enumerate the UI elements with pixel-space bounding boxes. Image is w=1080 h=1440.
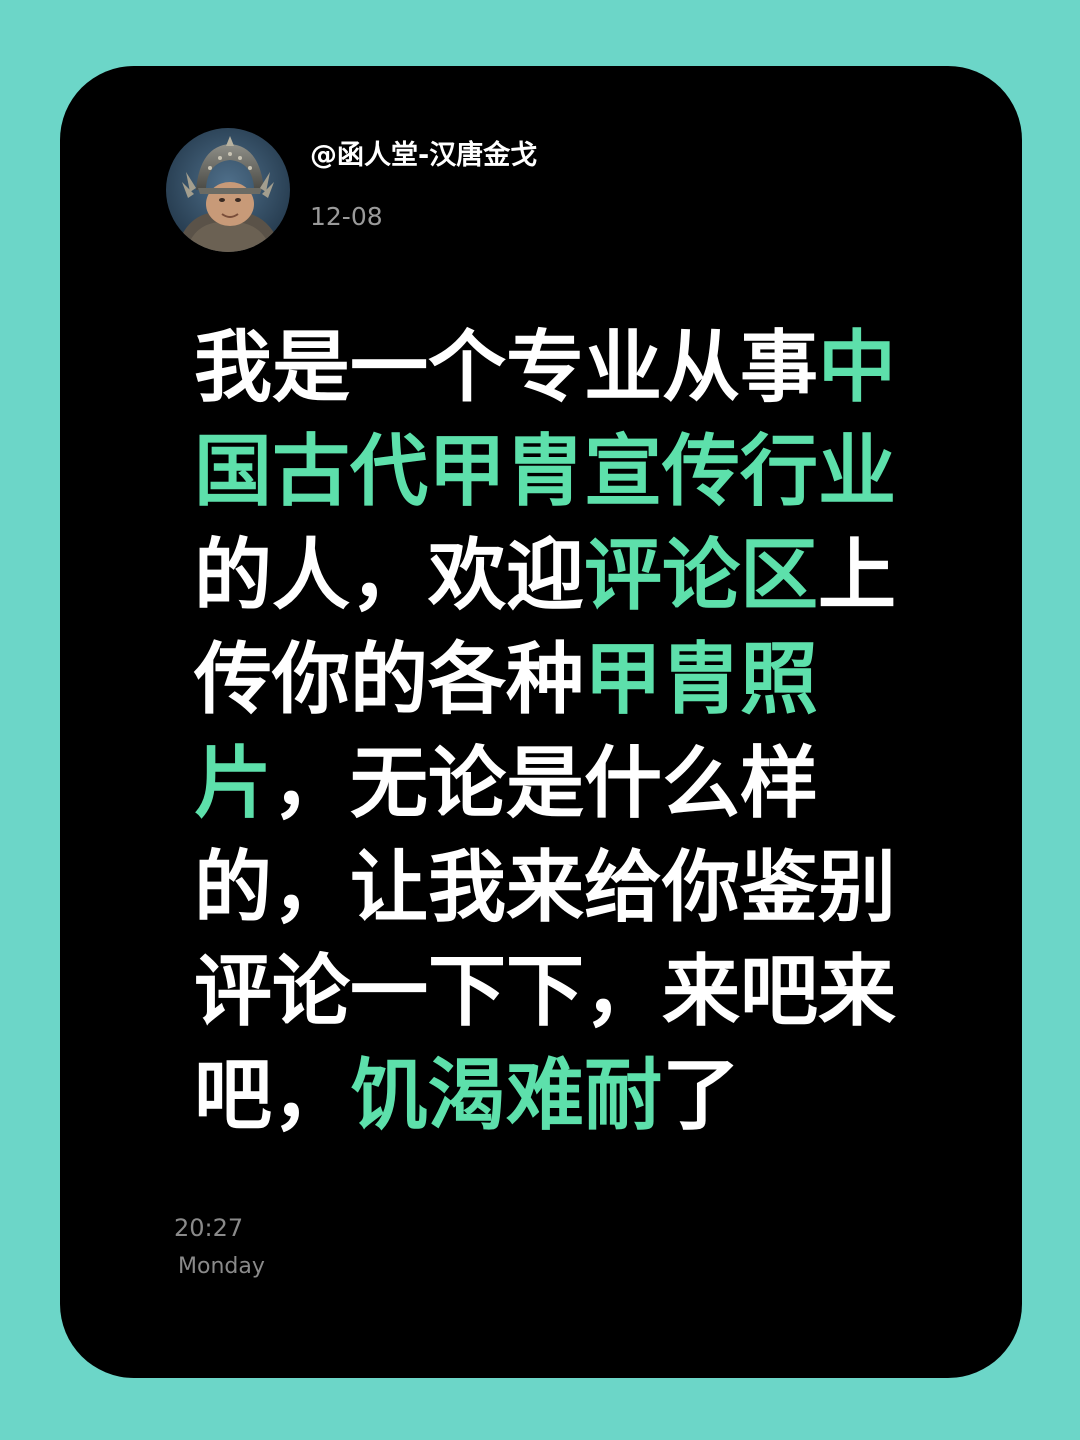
highlighted-text: 片 bbox=[194, 739, 273, 829]
post-line: 片，无论是什么样 bbox=[194, 732, 914, 836]
body-text: 的人，欢迎 bbox=[194, 531, 585, 621]
body-text: 传你的各种 bbox=[194, 635, 585, 725]
post-date: 12-08 bbox=[310, 202, 383, 231]
post-line: 的人，欢迎评论区上 bbox=[194, 524, 914, 628]
armored-warrior-avatar-icon bbox=[166, 128, 290, 252]
post-line: 传你的各种甲胄照 bbox=[194, 628, 914, 732]
body-text: 上 bbox=[818, 531, 897, 621]
highlighted-text: 中 bbox=[818, 323, 897, 413]
post-weekday: Monday bbox=[178, 1254, 265, 1279]
body-text: 评论一下下，来吧来 bbox=[194, 947, 897, 1037]
highlighted-text: 饥渴难耐 bbox=[350, 1051, 663, 1141]
highlighted-text: 国古代甲胄宣传行业 bbox=[194, 427, 897, 517]
post-card: @函人堂-汉唐金戈 12-08 我是一个专业从事中 国古代甲胄宣传行业 的人，欢迎评… bbox=[60, 66, 1022, 1378]
body-text: 吧， bbox=[194, 1051, 351, 1141]
post-line: 国古代甲胄宣传行业 bbox=[194, 420, 914, 524]
post-line: 的，让我来给你鉴别 bbox=[194, 836, 914, 940]
post-body: 我是一个专业从事中 国古代甲胄宣传行业 的人，欢迎评论区上 传你的各种甲胄照 片，无论是… bbox=[194, 316, 914, 1148]
post-line: 评论一下下，来吧来 bbox=[194, 940, 914, 1044]
post-time: 20:27 bbox=[174, 1214, 244, 1242]
body-text: 了 bbox=[662, 1051, 741, 1141]
post-line: 吧，饥渴难耐了 bbox=[194, 1044, 914, 1148]
post-line: 我是一个专业从事中 bbox=[194, 316, 914, 420]
body-text: 我是一个专业从事 bbox=[194, 323, 819, 413]
body-text: ，无论是什么样 bbox=[272, 739, 819, 829]
avatar[interactable] bbox=[166, 128, 290, 252]
body-text: 的，让我来给你鉴别 bbox=[194, 843, 897, 933]
highlighted-text: 甲胄照 bbox=[584, 635, 819, 725]
highlighted-text: 评论区 bbox=[584, 531, 819, 621]
author-username[interactable]: @函人堂-汉唐金戈 bbox=[310, 138, 537, 174]
